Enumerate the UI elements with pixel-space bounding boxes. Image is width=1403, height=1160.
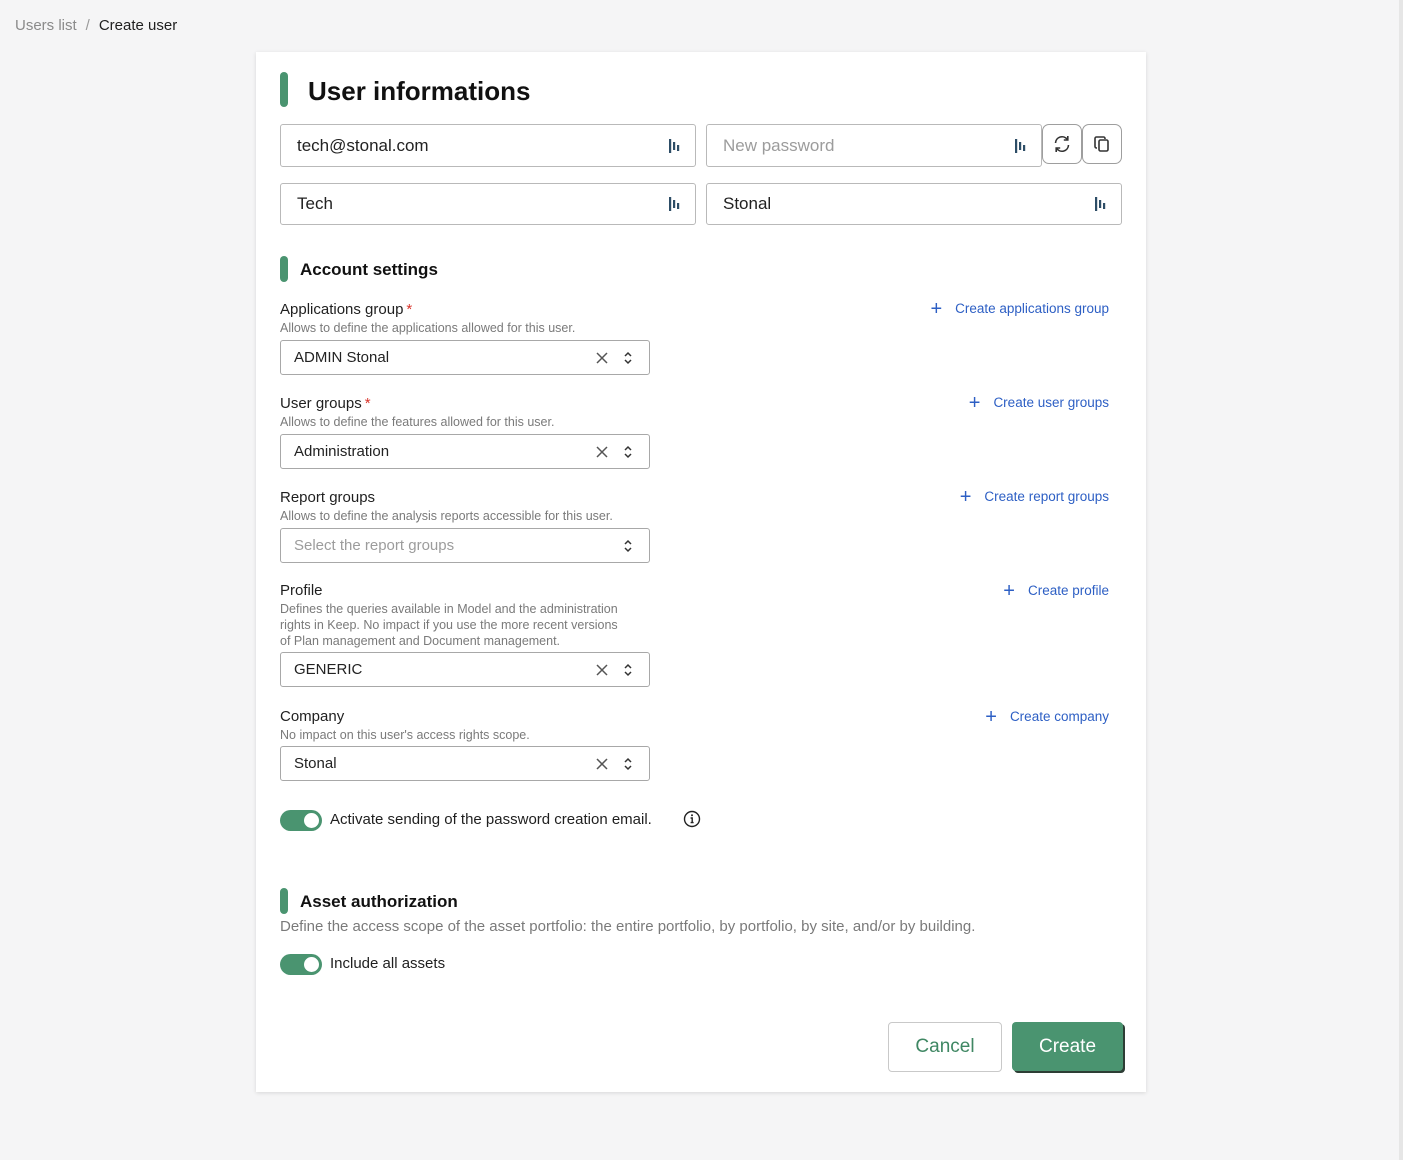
last-name-value: Stonal xyxy=(723,194,772,213)
required-mark: * xyxy=(364,395,371,412)
user-info-title: User informations xyxy=(308,76,531,106)
asset-authorization-section-marker xyxy=(280,888,288,914)
create-profile-link[interactable]: + Create profile xyxy=(1003,579,1109,602)
create-user-groups-link[interactable]: + Create user groups xyxy=(968,391,1109,414)
report-groups-help: Allows to define the analysis reports ac… xyxy=(280,509,613,523)
cancel-button[interactable]: Cancel xyxy=(888,1022,1002,1072)
breadcrumb-users-list-link[interactable]: Users list xyxy=(15,17,77,34)
profile-label: Profile xyxy=(280,582,323,599)
report-groups-label: Report groups xyxy=(280,489,376,506)
chevron-up-down-icon xyxy=(624,445,632,458)
refresh-icon xyxy=(1054,135,1070,153)
create-user-form: User informations tech@stonal.com New pa… xyxy=(256,52,1146,1092)
profile-help: Defines the queries available in Model a… xyxy=(280,601,618,649)
include-all-assets-toggle[interactable] xyxy=(280,954,322,975)
user-groups-value: Administration xyxy=(294,443,390,460)
copy-password-button[interactable] xyxy=(1082,124,1122,164)
chevron-up-down-icon xyxy=(624,539,632,552)
asset-authorization-title: Asset authorization xyxy=(300,892,458,911)
chevron-up-down-icon xyxy=(624,663,632,676)
toggle-knob xyxy=(304,957,319,972)
plus-icon: + xyxy=(968,391,981,414)
password-email-toggle[interactable] xyxy=(280,810,322,831)
create-report-groups-label: Create report groups xyxy=(984,489,1109,504)
company-label: Company xyxy=(280,708,345,725)
report-groups-placeholder: Select the report groups xyxy=(294,537,455,554)
company-help: No impact on this user's access rights s… xyxy=(280,728,530,742)
plus-icon: + xyxy=(930,297,943,320)
create-profile-label: Create profile xyxy=(1027,583,1109,598)
profile-help-line: of Plan management and Document manageme… xyxy=(280,634,561,648)
user-groups-label-text: User groups xyxy=(280,395,362,412)
company-select[interactable]: Stonal xyxy=(280,746,650,781)
applications-group-help: Allows to define the applications allowe… xyxy=(280,321,576,335)
plus-icon: + xyxy=(985,705,997,728)
create-user-groups-label: Create user groups xyxy=(993,395,1109,410)
chevron-up-down-icon xyxy=(624,757,632,770)
copy-icon xyxy=(1094,136,1109,152)
account-settings-title: Account settings xyxy=(300,260,438,279)
applications-group-label: Applications group * xyxy=(280,301,412,318)
create-company-link[interactable]: + Create company xyxy=(985,705,1109,728)
create-button[interactable]: Create xyxy=(1012,1022,1123,1071)
company-value: Stonal xyxy=(294,755,337,772)
clear-icon[interactable] xyxy=(595,663,609,677)
password-manager-icon[interactable] xyxy=(667,138,681,154)
page-scrollbar[interactable] xyxy=(1399,0,1403,1160)
user-groups-help: Allows to define the features allowed fo… xyxy=(280,415,555,429)
applications-group-label-text: Applications group xyxy=(280,301,404,318)
toggle-knob xyxy=(304,813,319,828)
email-field[interactable]: tech@stonal.com xyxy=(280,124,696,167)
first-name-field[interactable]: Tech xyxy=(280,183,696,225)
user-groups-label: User groups * xyxy=(280,395,371,412)
password-manager-icon[interactable] xyxy=(667,196,681,212)
breadcrumb: Users list / Create user xyxy=(15,17,177,34)
email-value: tech@stonal.com xyxy=(297,135,429,155)
asset-authorization-description: Define the access scope of the asset por… xyxy=(280,918,976,935)
info-icon[interactable] xyxy=(683,810,701,828)
applications-group-select[interactable]: ADMIN Stonal xyxy=(280,340,650,375)
clear-icon[interactable] xyxy=(595,351,609,365)
clear-icon[interactable] xyxy=(595,445,609,459)
include-all-assets-label: Include all assets xyxy=(330,955,446,972)
clear-icon[interactable] xyxy=(595,757,609,771)
profile-help-line: rights in Keep. No impact if you use the… xyxy=(280,618,618,632)
password-email-toggle-label: Activate sending of the password creatio… xyxy=(330,811,652,828)
breadcrumb-current: Create user xyxy=(98,17,178,34)
profile-help-line: Defines the queries available in Model a… xyxy=(280,602,618,616)
plus-icon: + xyxy=(959,485,972,508)
password-manager-icon[interactable] xyxy=(1013,138,1027,154)
profile-value: GENERIC xyxy=(294,661,363,678)
create-applications-group-label: Create applications group xyxy=(955,301,1109,316)
required-mark: * xyxy=(406,301,413,318)
password-manager-icon[interactable] xyxy=(1093,196,1107,212)
breadcrumb-separator: / xyxy=(85,17,90,34)
report-groups-select[interactable]: Select the report groups xyxy=(280,528,650,563)
chevron-up-down-icon xyxy=(624,351,632,364)
first-name-value: Tech xyxy=(297,194,333,213)
create-company-label: Create company xyxy=(1009,709,1109,724)
password-field[interactable]: New password xyxy=(706,124,1042,167)
last-name-field[interactable]: Stonal xyxy=(706,183,1122,225)
create-report-groups-link[interactable]: + Create report groups xyxy=(959,485,1109,508)
user-info-section-marker xyxy=(280,72,288,107)
user-groups-select[interactable]: Administration xyxy=(280,434,650,469)
applications-group-value: ADMIN Stonal xyxy=(294,349,390,366)
password-placeholder: New password xyxy=(723,135,835,155)
create-applications-group-link[interactable]: + Create applications group xyxy=(930,297,1109,320)
regenerate-password-button[interactable] xyxy=(1042,124,1082,164)
profile-select[interactable]: GENERIC xyxy=(280,652,650,687)
plus-icon: + xyxy=(1003,579,1015,602)
account-settings-section-marker xyxy=(280,256,288,282)
